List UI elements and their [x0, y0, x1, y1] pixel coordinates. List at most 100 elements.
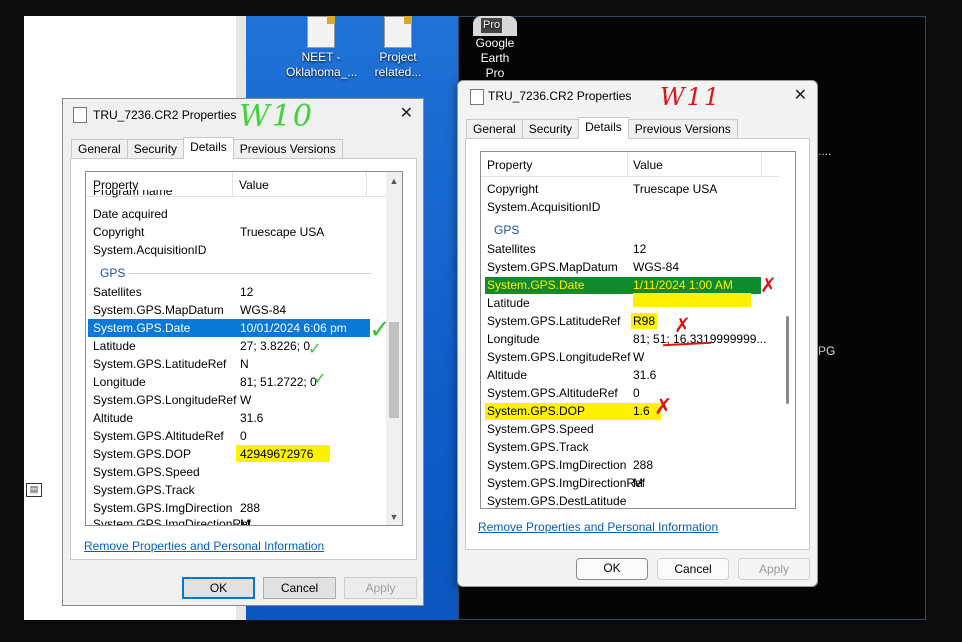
property-value: 42949672976 — [240, 447, 314, 461]
list-item[interactable]: Program name — [93, 190, 383, 202]
tab-general[interactable]: General — [71, 139, 128, 159]
vertical-scrollbar[interactable]: ▲ ▼ — [386, 172, 402, 525]
book-icon: ▤ — [26, 483, 42, 497]
list-item[interactable]: System.GPS.Speed — [487, 420, 777, 438]
list-item[interactable]: Altitude 31.6 — [93, 409, 383, 427]
list-item[interactable]: System.GPS.AltitudeRef 0 — [487, 384, 777, 402]
list-item[interactable]: System.GPS.LatitudeRef R98 — [487, 312, 777, 330]
background-text-fragment: .... — [818, 144, 832, 158]
background-text-fragment: PG — [818, 344, 836, 358]
desktop-icon-project[interactable]: Project related... — [363, 16, 433, 80]
property-list[interactable]: Property Value Program name Date acquire… — [85, 171, 403, 526]
property-value: R98 — [633, 314, 656, 328]
list-header: Property Value — [481, 152, 779, 177]
property-name: System.GPS.Track — [487, 440, 589, 454]
list-item[interactable]: System.GPS.DOP 42949672976 — [93, 445, 383, 463]
apply-button[interactable]: Apply — [344, 577, 417, 599]
column-divider — [761, 152, 762, 176]
tab-previous-versions[interactable]: Previous Versions — [232, 139, 343, 159]
file-icon — [307, 16, 335, 48]
list-item[interactable]: System.GPS.LongitudeRef W — [487, 348, 777, 366]
property-value: Truescape USA — [633, 182, 718, 196]
tab-security[interactable]: Security — [521, 119, 580, 139]
list-item[interactable]: Satellites 12 — [93, 283, 383, 301]
ok-button[interactable]: OK — [182, 577, 255, 599]
tab-details[interactable]: Details — [578, 117, 629, 139]
list-item[interactable]: Altitude 31.6 — [487, 366, 777, 384]
list-item[interactable]: System.GPS.ImgDirectionRef M — [487, 474, 777, 492]
cross-mark: ✗ — [760, 273, 777, 297]
property-name: System.GPS.Date — [93, 321, 191, 335]
tab-strip: General Security Details Previous Versio… — [466, 117, 738, 139]
list-item[interactable]: System.GPS.Track — [93, 481, 383, 499]
desktop-icon-label: Google Earth — [475, 36, 515, 65]
property-name: System.GPS.DestLatitude — [487, 494, 627, 508]
chevron-up-icon[interactable]: ▲ — [386, 176, 402, 186]
list-item[interactable]: Date acquired — [93, 205, 383, 223]
title-bar: TRU_7236.CR2 Properties W10 ✕ — [63, 99, 423, 134]
close-icon[interactable]: ✕ — [400, 106, 413, 122]
close-icon[interactable]: ✕ — [794, 88, 807, 104]
remove-properties-link[interactable]: Remove Properties and Personal Informati… — [84, 539, 324, 553]
property-name: System.GPS.DOP — [93, 447, 192, 461]
check-mark: ✓ — [308, 339, 322, 358]
desktop-icon-label: Project — [379, 50, 417, 64]
column-property[interactable]: Property — [487, 158, 532, 172]
desktop-icon-neet[interactable]: NEET - Oklahoma_... — [286, 16, 358, 80]
list-item-selected[interactable]: System.GPS.Date 10/01/2024 6:06 pm — [93, 319, 383, 337]
list-item[interactable]: System.GPS.Speed — [93, 463, 383, 481]
property-name: Satellites — [93, 285, 142, 299]
list-item[interactable]: System.GPS.MapDatum WGS-84 — [487, 258, 777, 276]
check-mark: ✓ — [369, 315, 391, 345]
desktop-icon-label: Oklahoma_... — [286, 65, 358, 79]
list-item[interactable]: Latitude — [487, 294, 777, 312]
list-item[interactable]: System.GPS.Track — [487, 438, 777, 456]
annotation-w11: W11 — [660, 83, 722, 111]
property-name: System.GPS.Speed — [93, 465, 200, 479]
property-name: Latitude — [487, 296, 530, 310]
desktop-icon-google-earth[interactable]: Pro Google Earth Pro — [460, 16, 530, 81]
cancel-button[interactable]: Cancel — [657, 558, 729, 580]
file-icon — [470, 89, 484, 105]
chevron-down-icon[interactable]: ▼ — [386, 512, 402, 522]
list-item[interactable]: Copyright Truescape USA — [487, 180, 777, 198]
vertical-scrollbar[interactable] — [779, 152, 795, 508]
list-item[interactable]: Longitude 81; 51.2722; 0 — [93, 373, 383, 391]
list-item[interactable]: System.GPS.DestLatitude — [487, 492, 777, 508]
property-name: System.GPS.ImgDirection — [487, 458, 627, 472]
ok-button[interactable]: OK — [576, 558, 648, 580]
remove-properties-link[interactable]: Remove Properties and Personal Informati… — [478, 520, 718, 534]
list-item[interactable]: System.GPS.ImgDirectionRef M — [93, 515, 383, 525]
property-name: System.GPS.AltitudeRef — [487, 386, 618, 400]
list-item[interactable]: System.AcquisitionID — [93, 241, 383, 259]
list-item[interactable]: Latitude 27; 3.8226; 0 — [93, 337, 383, 355]
list-item[interactable]: Copyright Truescape USA — [93, 223, 383, 241]
list-item-selected[interactable]: System.GPS.Date 1/11/2024 1:00 AM — [487, 276, 777, 294]
list-item[interactable]: System.GPS.DOP 1.6 — [487, 402, 777, 420]
cross-mark: ✗ — [654, 395, 673, 420]
list-item[interactable]: Longitude 81; 51; 16.3319999999... — [487, 330, 777, 348]
tab-details[interactable]: Details — [183, 137, 234, 159]
property-list[interactable]: Property Value Copyright Truescape USA Sy… — [480, 151, 796, 509]
cancel-button[interactable]: Cancel — [263, 577, 336, 599]
list-item[interactable]: System.GPS.AltitudeRef 0 — [93, 427, 383, 445]
list-item[interactable]: System.GPS.MapDatum WGS-84 — [93, 301, 383, 319]
file-icon — [384, 16, 412, 48]
property-value: 288 — [633, 458, 654, 472]
tab-previous-versions[interactable]: Previous Versions — [627, 119, 738, 139]
list-item[interactable]: System.AcquisitionID — [487, 198, 777, 216]
property-name: System.GPS.DOP — [487, 404, 586, 418]
apply-button[interactable]: Apply — [738, 558, 810, 580]
property-value: WGS-84 — [240, 303, 287, 317]
list-item[interactable]: System.GPS.LatitudeRef N — [93, 355, 383, 373]
group-divider — [128, 273, 372, 274]
property-name: System.GPS.Track — [93, 483, 195, 497]
tab-security[interactable]: Security — [126, 139, 185, 159]
list-item[interactable]: System.GPS.LongitudeRef W — [93, 391, 383, 409]
list-item[interactable]: Satellites 12 — [487, 240, 777, 258]
column-value[interactable]: Value — [633, 158, 663, 172]
tab-general[interactable]: General — [466, 119, 523, 139]
pro-badge: Pro — [481, 18, 503, 33]
scrollbar-thumb[interactable] — [786, 316, 789, 404]
list-item[interactable]: System.GPS.ImgDirection 288 — [487, 456, 777, 474]
